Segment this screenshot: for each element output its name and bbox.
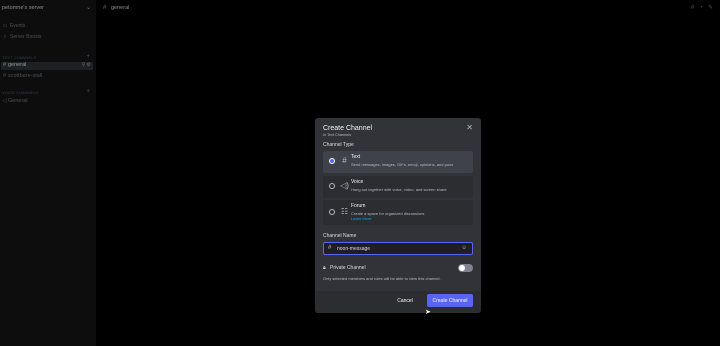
text-channel-icon: # — [342, 156, 347, 165]
nav-item-label: Server Boosts — [10, 34, 42, 40]
channel-label: general — [8, 62, 27, 68]
radio-voice[interactable] — [329, 183, 335, 189]
modal-title: Create Channel — [323, 125, 373, 132]
type-description: Hang out together with voice, video, and… — [351, 187, 447, 192]
private-channel-label: Private Channel — [330, 265, 366, 271]
channel-name-field[interactable]: # ☺ — [323, 242, 473, 255]
close-icon[interactable]: ✕ — [466, 123, 473, 132]
add-channel-icon[interactable]: + — [86, 89, 90, 95]
channel-item-general-voice[interactable]: ◁General — [1, 98, 93, 106]
channel-type-label: Channel Type — [323, 142, 354, 148]
channel-type-voice[interactable]: ◁) Voice Hang out together with voice, v… — [323, 176, 473, 198]
toggle-knob — [459, 265, 465, 271]
radio-text[interactable] — [329, 158, 335, 164]
category-label: Voice Channels — [2, 90, 39, 95]
modal-subtitle: in Text Channels — [323, 133, 352, 137]
type-description: Send messages, images, GIFs, emoji, opin… — [351, 162, 454, 167]
lock-icon: 🔒︎ — [323, 265, 326, 271]
boosts-icon: ◊ — [3, 34, 7, 40]
learn-more-link[interactable]: Learn More — [351, 216, 371, 221]
channel-name-input[interactable] — [337, 244, 457, 253]
pin-icon[interactable]: ✎ — [708, 5, 718, 11]
private-channel-row: 🔒︎ Private Channel — [323, 264, 473, 273]
server-name: petomne's server — [2, 5, 45, 11]
calendar-icon: ▭ — [2, 23, 8, 29]
add-channel-icon[interactable]: + — [86, 54, 90, 60]
bell-icon[interactable]: ◔ — [699, 5, 708, 11]
channel-type-text[interactable]: # Text Send messages, images, GIFs, emoj… — [323, 151, 473, 173]
channel-item-scottbare-stall[interactable]: # scottbare-stall — [1, 73, 93, 81]
text-channel-icon: # — [328, 245, 332, 251]
mouse-cursor-icon: ➤ — [425, 309, 431, 316]
channel-type-forum[interactable]: ☷ Forum Create a space for organized dis… — [323, 200, 473, 225]
private-channel-toggle[interactable] — [458, 264, 473, 272]
forum-channel-icon: ☷ — [340, 207, 349, 216]
type-name: Text — [351, 154, 361, 160]
invite-icon[interactable]: ⚲ — [81, 62, 85, 68]
speaker-icon: ◁ — [2, 98, 7, 104]
text-channel-icon: # — [2, 73, 7, 79]
modal-footer: Cancel Create Channel — [315, 291, 481, 313]
channel-actions: ⚲ ⚙ — [81, 62, 91, 68]
category-voice-channels[interactable]: Voice Channels + — [2, 89, 92, 96]
category-text-channels[interactable]: Text Channels + — [2, 54, 92, 61]
chevron-down-icon: ⌄ — [86, 5, 92, 11]
topbar-icons: #◔✎ — [691, 4, 718, 11]
category-label: Text Channels — [2, 55, 37, 60]
channel-sidebar: petomne's server ⌄ ▭ Events ◊ Server Boost… — [0, 0, 96, 346]
channel-label: scottbare-stall — [8, 73, 43, 79]
private-channel-description: Only selected members and roles will be … — [323, 276, 441, 281]
radio-forum[interactable] — [329, 209, 335, 215]
cancel-button[interactable]: Cancel — [390, 294, 420, 307]
type-name: Forum — [351, 203, 366, 209]
create-channel-modal: Create Channel in Text Channels ✕ Channe… — [315, 118, 481, 313]
type-name: Voice — [351, 179, 364, 185]
nav-item-events[interactable]: ▭ Events — [2, 23, 92, 31]
channel-name-label: Channel Name — [323, 233, 357, 239]
voice-channel-icon: ◁) — [340, 181, 349, 190]
text-channel-icon: # — [103, 5, 107, 11]
server-header[interactable]: petomne's server ⌄ — [0, 0, 96, 18]
emoji-icon[interactable]: ☺ — [461, 245, 467, 251]
nav-item-label: Events — [10, 23, 26, 29]
nav-item-server-boosts[interactable]: ◊ Server Boosts — [2, 34, 92, 42]
channel-label: General — [8, 98, 28, 104]
channel-title: general — [111, 5, 130, 11]
settings-icon[interactable]: ⚙ — [87, 62, 91, 68]
channel-item-general[interactable]: # general ⚲ ⚙ — [1, 62, 93, 70]
text-channel-icon: # — [2, 62, 7, 68]
create-channel-button[interactable]: Create Channel — [427, 294, 473, 307]
